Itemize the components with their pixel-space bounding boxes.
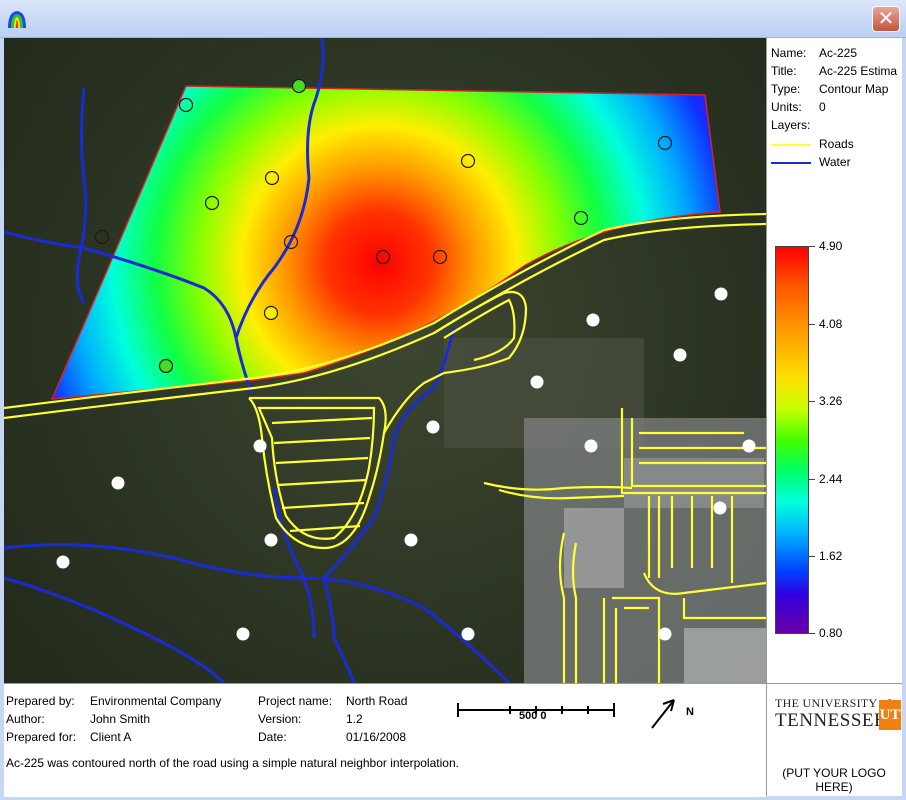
name-label: Name:: [771, 46, 807, 60]
map-note: Ac-225 was contoured north of the road u…: [6, 756, 459, 770]
scale-tick: [809, 324, 815, 325]
scale-tick: [809, 633, 815, 634]
color-scale-bar: [775, 246, 809, 634]
name-value: Ac-225: [819, 46, 858, 60]
scale-label: 2.44: [819, 472, 843, 486]
project-name-value: North Road: [346, 694, 408, 708]
north-arrow-icon: [651, 699, 675, 729]
title-label: Title:: [771, 64, 797, 78]
scale-label: 3.26: [819, 394, 843, 408]
building-block: [684, 628, 766, 683]
water-legend-swatch: [771, 162, 811, 164]
author-label: Author:: [6, 712, 45, 726]
map-canvas: [4, 38, 766, 683]
date-label: Date:: [258, 730, 287, 744]
logo-line1: THE UNIVERSITY of: [775, 696, 891, 710]
building-block: [624, 458, 764, 508]
university-logo: THE UNIVERSITY of TENNESSEE UT: [771, 694, 901, 744]
contour-app-icon[interactable]: [6, 8, 28, 30]
scale-label: 1.62: [819, 549, 843, 563]
type-row: Type: Contour Map: [771, 82, 888, 96]
scale-tick: [809, 246, 815, 247]
project-name-label: Project name:: [258, 694, 333, 708]
legend-panel: Name: Ac-225 Title: Ac-225 Estima Type: Con…: [766, 38, 902, 683]
report-footer: Prepared by: Environmental Company Autho…: [4, 683, 766, 797]
roads-legend-label: Roads: [819, 137, 854, 151]
scale-bar-label: 500 0: [519, 710, 547, 722]
close-button[interactable]: ✕: [872, 6, 900, 32]
version-value: 1.2: [346, 712, 363, 726]
scale-tick: [809, 556, 815, 557]
layers-heading: Layers:: [771, 118, 811, 132]
map-view[interactable]: [4, 38, 766, 683]
scale-tick: [809, 479, 815, 480]
prepared-by-label: Prepared by:: [6, 694, 75, 708]
units-value: 0: [819, 100, 826, 114]
water-legend-label: Water: [819, 155, 851, 169]
logo-placeholder-text: (PUT YOUR LOGO HERE): [782, 766, 886, 794]
scale-tick: [809, 401, 815, 402]
prepared-for-label: Prepared for:: [6, 730, 77, 744]
logo-area: THE UNIVERSITY of TENNESSEE UT (PUT YOUR…: [766, 683, 902, 796]
title-bar: ✕: [0, 0, 906, 38]
type-label: Type:: [771, 82, 801, 96]
prepared-for-value: Client A: [90, 730, 132, 744]
units-row: Units: 0: [771, 100, 826, 114]
version-label: Version:: [258, 712, 302, 726]
date-value: 01/16/2008: [346, 730, 407, 744]
scale-label: 4.08: [819, 317, 843, 331]
roads-legend-swatch: [771, 144, 811, 146]
title-value: Ac-225 Estima: [819, 64, 898, 78]
ut-badge-icon: UT: [879, 700, 901, 730]
author-value: John Smith: [90, 712, 151, 726]
title-row: Title: Ac-225 Estima: [771, 64, 897, 78]
scale-label-min: 0.80: [819, 626, 843, 640]
logo-line2: TENNESSEE: [775, 710, 887, 731]
type-value: Contour Map: [819, 82, 889, 96]
north-label: N: [686, 706, 694, 718]
prepared-by-value: Environmental Company: [90, 694, 222, 708]
units-label: Units:: [771, 100, 802, 114]
name-row: Name: Ac-225: [771, 46, 857, 60]
scale-label-max: 4.90: [819, 239, 843, 253]
close-icon: ✕: [877, 6, 895, 30]
